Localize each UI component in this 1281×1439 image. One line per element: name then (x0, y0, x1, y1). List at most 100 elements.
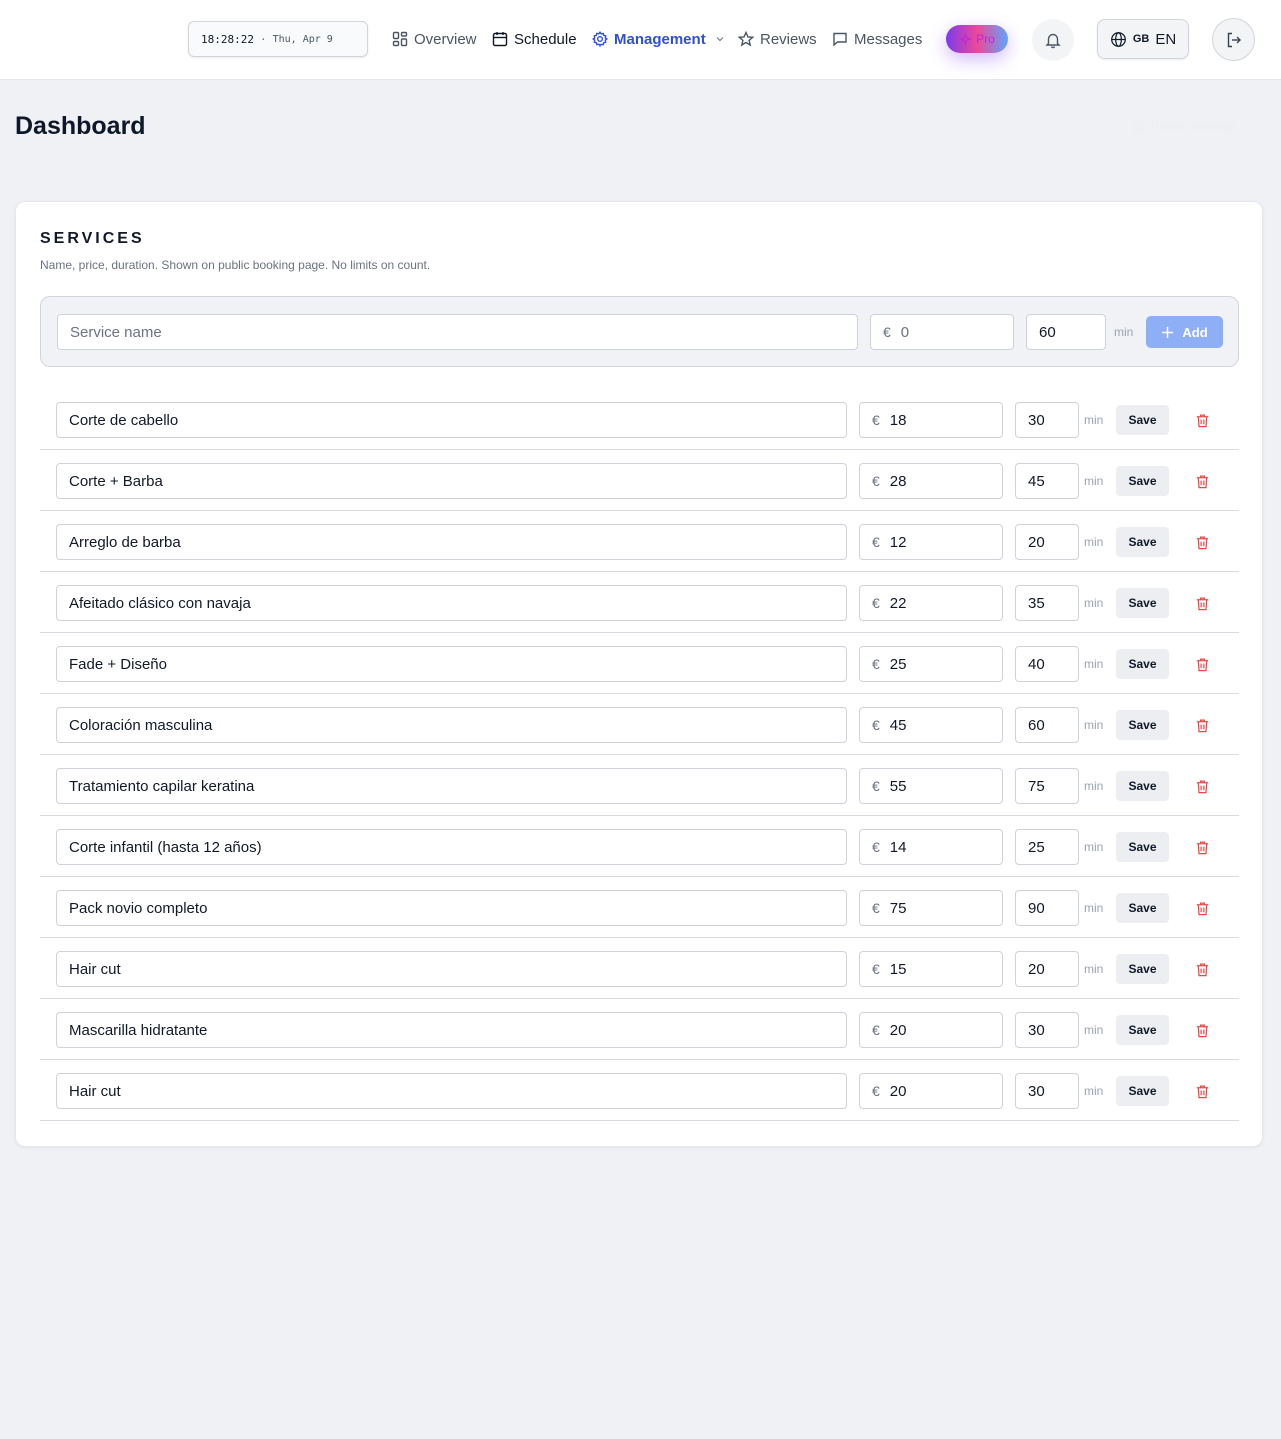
service-name-input[interactable]: Corte infantil (hasta 12 años) (56, 829, 847, 865)
save-service-button[interactable]: Save (1116, 954, 1169, 984)
nav-management[interactable]: Management (592, 29, 726, 49)
duration-unit-label: min (1084, 474, 1104, 488)
service-duration-input[interactable]: 20 (1015, 524, 1079, 560)
nav-messages[interactable]: Messages (832, 29, 922, 49)
nav-messages-label: Messages (854, 30, 923, 48)
save-service-button[interactable]: Save (1116, 1076, 1169, 1106)
duration-unit-label: min (1084, 535, 1104, 549)
notifications-button[interactable] (1032, 19, 1074, 61)
service-duration-input[interactable]: 30 (1015, 402, 1079, 438)
service-name-input[interactable]: Mascarilla hidratante (56, 1012, 847, 1048)
service-price-value: 12 (889, 533, 907, 551)
service-price-value: 18 (889, 411, 907, 429)
add-service-button[interactable]: Add (1146, 316, 1223, 348)
service-duration-input[interactable]: 25 (1015, 829, 1079, 865)
new-service-name-input[interactable]: Service name (57, 314, 858, 350)
service-price-value: 20 (889, 1082, 907, 1100)
duration-unit-label: min (1084, 718, 1104, 732)
service-name-input[interactable]: Afeitado clásico con navaja (56, 585, 847, 621)
service-duration-input[interactable]: 20 (1015, 951, 1079, 987)
service-row: Hair cut €20 30 min Save (40, 1060, 1239, 1121)
service-price-value: 45 (889, 716, 907, 734)
save-service-button[interactable]: Save (1116, 588, 1169, 618)
trash-icon (1196, 414, 1208, 427)
service-price-input[interactable]: €75 (859, 890, 1003, 926)
delete-service-button[interactable] (1192, 776, 1212, 796)
new-service-price-input[interactable]: € 0 (870, 314, 1014, 350)
service-duration-input[interactable]: 30 (1015, 1073, 1079, 1109)
trash-icon (1196, 1024, 1208, 1037)
save-service-button[interactable]: Save (1116, 527, 1169, 557)
gear-icon (592, 31, 608, 47)
globe-icon (1110, 31, 1126, 47)
nav-schedule[interactable]: Schedule (492, 29, 577, 49)
service-name-input[interactable]: Pack novio completo (56, 890, 847, 926)
service-name-input[interactable]: Fade + Diseño (56, 646, 847, 682)
service-price-input[interactable]: €20 (859, 1012, 1003, 1048)
service-price-input[interactable]: €15 (859, 951, 1003, 987)
delete-service-button[interactable] (1192, 1081, 1212, 1101)
save-service-button[interactable]: Save (1116, 710, 1169, 740)
save-service-button[interactable]: Save (1116, 649, 1169, 679)
service-price-input[interactable]: €14 (859, 829, 1003, 865)
trash-icon (1196, 1085, 1208, 1098)
service-price-input[interactable]: €28 (859, 463, 1003, 499)
service-duration-input[interactable]: 90 (1015, 890, 1079, 926)
save-service-button[interactable]: Save (1116, 771, 1169, 801)
pro-badge[interactable]: Pro (946, 25, 1008, 53)
top-navigation-bar: 18:28:22 · Thu, Apr 9 Overview Schedule … (0, 0, 1281, 80)
service-row: Fade + Diseño €25 40 min Save (40, 633, 1239, 694)
service-name-input[interactable]: Hair cut (56, 1073, 847, 1109)
save-service-button[interactable]: Save (1116, 405, 1169, 435)
service-price-input[interactable]: €45 (859, 707, 1003, 743)
service-name-input[interactable]: Arreglo de barba (56, 524, 847, 560)
delete-service-button[interactable] (1192, 654, 1212, 674)
service-row: Afeitado clásico con navaja €22 35 min Save (40, 572, 1239, 633)
delete-service-button[interactable] (1192, 1020, 1212, 1040)
service-duration-input[interactable]: 75 (1015, 768, 1079, 804)
service-name-input[interactable]: Coloración masculina (56, 707, 847, 743)
duration-unit-label: min (1114, 325, 1134, 339)
save-service-button[interactable]: Save (1116, 893, 1169, 923)
save-service-button[interactable]: Save (1116, 466, 1169, 496)
delete-service-button[interactable] (1192, 715, 1212, 735)
service-price-input[interactable]: €22 (859, 585, 1003, 621)
delete-service-button[interactable] (1192, 837, 1212, 857)
delete-service-button[interactable] (1192, 593, 1212, 613)
new-service-duration-input[interactable]: 60 (1026, 314, 1106, 350)
service-price-input[interactable]: €12 (859, 524, 1003, 560)
profile-settings-link[interactable]: Profile settings (1131, 119, 1236, 134)
service-price-input[interactable]: €25 (859, 646, 1003, 682)
service-duration-input[interactable]: 40 (1015, 646, 1079, 682)
language-selector[interactable]: GB EN (1097, 19, 1189, 59)
delete-service-button[interactable] (1192, 410, 1212, 430)
duration-unit-label: min (1084, 840, 1104, 854)
save-service-button[interactable]: Save (1116, 832, 1169, 862)
delete-service-button[interactable] (1192, 959, 1212, 979)
service-name-input[interactable]: Corte de cabello (56, 402, 847, 438)
service-price-input[interactable]: €18 (859, 402, 1003, 438)
service-duration-input[interactable]: 30 (1015, 1012, 1079, 1048)
service-price-value: 25 (889, 655, 907, 673)
delete-service-button[interactable] (1192, 898, 1212, 918)
nav-reviews[interactable]: Reviews (738, 29, 817, 49)
delete-service-button[interactable] (1192, 532, 1212, 552)
language-code: EN (1155, 30, 1177, 48)
service-name-input[interactable]: Hair cut (56, 951, 847, 987)
service-name-input[interactable]: Corte + Barba (56, 463, 847, 499)
clock-date: Thu, Apr 9 (272, 33, 333, 45)
service-price-input[interactable]: €20 (859, 1073, 1003, 1109)
delete-service-button[interactable] (1192, 471, 1212, 491)
service-price-input[interactable]: €55 (859, 768, 1003, 804)
service-price-value: 15 (889, 960, 907, 978)
service-row: Hair cut €15 20 min Save (40, 938, 1239, 999)
service-duration-input[interactable]: 35 (1015, 585, 1079, 621)
nav-overview[interactable]: Overview (392, 29, 477, 49)
save-service-button[interactable]: Save (1116, 1015, 1169, 1045)
service-duration-input[interactable]: 60 (1015, 707, 1079, 743)
trash-icon (1196, 597, 1208, 610)
service-price-value: 20 (889, 1021, 907, 1039)
logout-button[interactable] (1212, 18, 1255, 61)
service-name-input[interactable]: Tratamiento capilar keratina (56, 768, 847, 804)
service-duration-input[interactable]: 45 (1015, 463, 1079, 499)
